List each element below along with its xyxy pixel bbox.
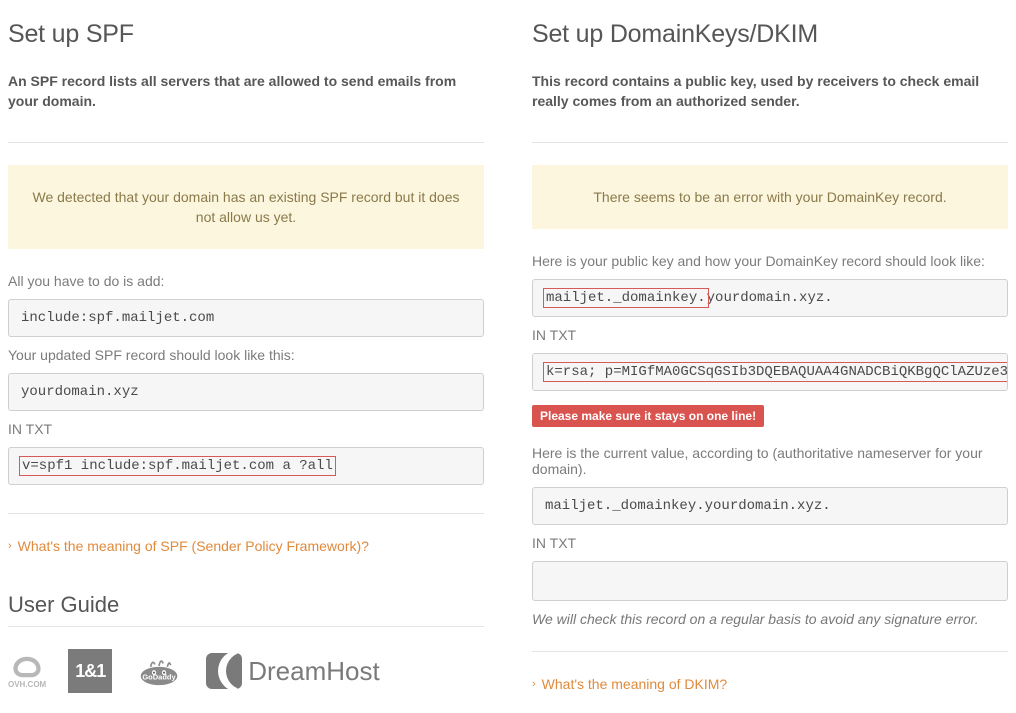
spf-intxt-label: IN TXT: [8, 421, 484, 437]
ovh-icon: [10, 654, 44, 680]
divider: [8, 626, 484, 627]
dkim-current-txt-code[interactable]: [532, 561, 1008, 601]
dkim-pubkey-label: Here is your public key and how your Dom…: [532, 253, 1008, 269]
dkim-intro: This record contains a public key, used …: [532, 71, 1008, 112]
spf-faq-link-label: What's the meaning of SPF (Sender Policy…: [18, 538, 369, 554]
divider: [8, 513, 484, 514]
spf-domain-code[interactable]: yourdomain.xyz: [8, 373, 484, 411]
dns-setup-page: Set up SPF An SPF record lists all serve…: [0, 0, 1016, 713]
spf-include-code[interactable]: include:spf.mailjet.com: [8, 299, 484, 337]
dkim-host-tail: yourdomain.xyz.: [707, 290, 833, 306]
dkim-host-code[interactable]: mailjet._domainkey.yourdomain.xyz.: [532, 279, 1008, 317]
godaddy-icon: GoDaddy: [134, 654, 184, 688]
divider: [532, 651, 1008, 652]
chevron-right-icon: ›: [8, 540, 12, 552]
ovh-label: OVH.COM: [8, 680, 46, 689]
ovh-logo[interactable]: OVH.COM: [8, 654, 46, 689]
dkim-faq-link[interactable]: › What's the meaning of DKIM?: [532, 676, 727, 692]
oneandone-label: 1&1: [75, 661, 105, 682]
spf-updated-label: Your updated SPF record should look like…: [8, 347, 484, 363]
dkim-recheck-note: We will check this record on a regular b…: [532, 611, 1008, 627]
dreamhost-icon: [206, 653, 242, 689]
dkim-heading: Set up DomainKeys/DKIM: [532, 20, 1008, 49]
dkim-oneline-warning: Please make sure it stays on one line!: [532, 405, 764, 427]
oneandone-logo[interactable]: 1&1: [68, 649, 112, 693]
spf-heading: Set up SPF: [8, 20, 484, 49]
dkim-txt-highlight: k=rsa; p=MIGfMA0GCSqGSIb3DQEBAQUAA4GNADC…: [545, 364, 1008, 380]
spf-faq-link[interactable]: › What's the meaning of SPF (Sender Poli…: [8, 538, 369, 554]
user-guide-heading: User Guide: [8, 592, 484, 618]
dkim-intxt2-label: IN TXT: [532, 535, 1008, 551]
dkim-host-highlight: mailjet._domainkey.: [545, 290, 707, 306]
dreamhost-label: DreamHost: [248, 656, 379, 687]
divider: [8, 142, 484, 143]
divider: [532, 142, 1008, 143]
dkim-txt-code[interactable]: k=rsa; p=MIGfMA0GCSqGSIb3DQEBAQUAA4GNADC…: [532, 353, 1008, 391]
spf-txt-code[interactable]: v=spf1 include:spf.mailjet.com a ?all: [8, 447, 484, 485]
dreamhost-logo[interactable]: DreamHost: [206, 653, 379, 689]
godaddy-logo[interactable]: GoDaddy: [134, 654, 184, 688]
spf-column: Set up SPF An SPF record lists all serve…: [0, 0, 508, 693]
partner-logos: OVH.COM 1&1 GoDaddy DreamHost: [8, 649, 484, 693]
dkim-faq-link-label: What's the meaning of DKIM?: [542, 676, 728, 692]
svg-text:GoDaddy: GoDaddy: [143, 673, 177, 682]
dkim-column: Set up DomainKeys/DKIM This record conta…: [508, 0, 1016, 693]
dkim-warning-notice: There seems to be an error with your Dom…: [532, 165, 1008, 229]
dkim-current-host-code[interactable]: mailjet._domainkey.yourdomain.xyz.: [532, 487, 1008, 525]
spf-intro: An SPF record lists all servers that are…: [8, 71, 484, 112]
spf-warning-notice: We detected that your domain has an exis…: [8, 165, 484, 250]
spf-add-label: All you have to do is add:: [8, 273, 484, 289]
chevron-right-icon: ›: [532, 678, 536, 690]
dkim-intxt-label: IN TXT: [532, 327, 1008, 343]
dkim-current-label: Here is the current value, according to …: [532, 445, 1008, 477]
spf-txt-highlight: v=spf1 include:spf.mailjet.com a ?all: [21, 458, 334, 474]
